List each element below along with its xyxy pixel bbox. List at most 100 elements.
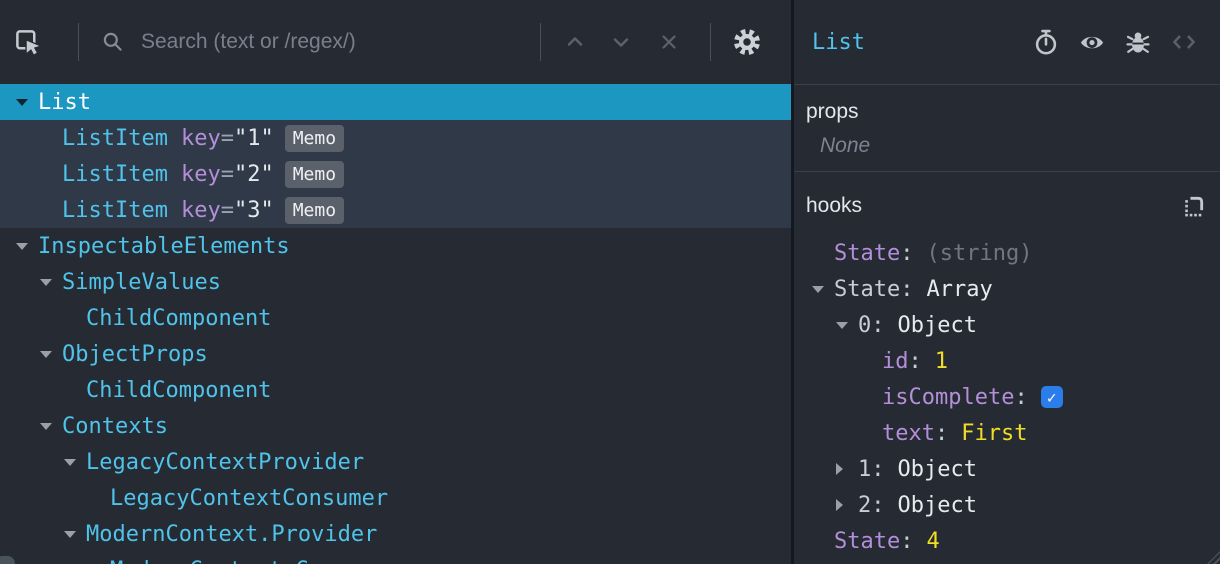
attribute-equals: = [220, 197, 234, 223]
chevron-up-icon [567, 37, 583, 46]
hook-name: 1 [858, 456, 872, 482]
tree-row-LegacyContextConsumer[interactable]: LegacyContextConsumer [0, 480, 791, 516]
inspect-dom-element-button[interactable] [1070, 20, 1114, 64]
hook-value[interactable]: 4 [926, 529, 939, 554]
search-input[interactable] [141, 30, 521, 54]
tree-row-ObjectProps[interactable]: ObjectProps [0, 336, 791, 372]
expand-arrow-icon[interactable] [64, 530, 86, 538]
attribute-value: "3" [233, 197, 274, 223]
hook-colon: : [871, 312, 885, 338]
expand-arrow-icon[interactable] [40, 350, 62, 358]
hook-value: (string) [926, 240, 1033, 266]
clear-search-button[interactable] [647, 20, 691, 64]
component-tree-pane: List ListItemkey="1"MemoListItemkey="2"Me… [0, 0, 791, 564]
tree-row-ModernContext.Consumer[interactable]: ModernContext.Consumer [0, 552, 791, 564]
attribute-equals: = [220, 125, 234, 151]
hook-value[interactable]: First [961, 421, 1027, 446]
attribute-equals: = [220, 161, 234, 187]
expand-arrow-icon[interactable] [812, 285, 834, 293]
expand-arrow-icon[interactable] [836, 463, 858, 475]
hook-row-State[interactable]: State: Array [806, 271, 1208, 307]
hook-name: text [882, 420, 935, 446]
hook-row-State: State:4 [806, 523, 1208, 559]
suspense-toggle-button[interactable] [1024, 20, 1068, 64]
component-name: SimpleValues [62, 269, 221, 295]
hook-name: State [834, 528, 901, 554]
log-component-data-button[interactable] [1116, 20, 1160, 64]
hook-colon: : [934, 420, 949, 446]
settings-button[interactable] [725, 20, 769, 64]
expand-arrow-icon[interactable] [40, 422, 62, 430]
key-attribute: key="1" [168, 126, 274, 151]
component-name: List [38, 89, 91, 115]
expand-arrow-icon[interactable] [16, 242, 38, 250]
tree-row-List[interactable]: List [0, 84, 791, 120]
chevron-down-icon [613, 38, 629, 47]
key-attribute: key="3" [168, 198, 274, 223]
expand-arrow-icon[interactable] [836, 321, 858, 329]
component-name: ModernContext.Consumer [110, 558, 401, 564]
inspector-header: List [794, 0, 1220, 85]
horizontal-scrollbar-thumb[interactable] [0, 556, 15, 564]
hook-value: Object [897, 492, 977, 518]
hooks-section: hooks State: (string) State: Array 0: Object i… [794, 172, 1220, 564]
next-match-button[interactable] [599, 20, 643, 64]
component-name: ObjectProps [62, 341, 208, 367]
tree-row-ListItem[interactable]: ListItem key="1" Memo [0, 120, 791, 156]
expand-arrow-icon[interactable] [836, 499, 858, 511]
tree-toolbar [0, 0, 791, 84]
hook-value: Object [897, 456, 977, 482]
hook-row-text: text: First [806, 415, 1208, 451]
hook-name: 2 [858, 492, 872, 518]
tree-row-SimpleValues[interactable]: SimpleValues [0, 264, 791, 300]
hook-row-0[interactable]: 0: Object [806, 307, 1208, 343]
tree-row-ListItem[interactable]: ListItem key="2" Memo [0, 156, 791, 192]
inspect-element-button[interactable] [6, 20, 50, 64]
tree-row-ChildComponent[interactable]: ChildComponent [0, 372, 791, 408]
parse-hook-names-button[interactable] [1180, 192, 1208, 220]
inspector-pane: List props None hooks State: (string) S… [794, 0, 1220, 564]
key-attribute: key="2" [168, 162, 274, 187]
tree-row-InspectableElements[interactable]: InspectableElements [0, 228, 791, 264]
props-section-label: props [806, 100, 859, 123]
selected-component-title: List [812, 29, 865, 55]
hook-row-2[interactable]: 2: Object [806, 487, 1208, 523]
hook-colon: : [1014, 384, 1028, 410]
expand-arrow-icon[interactable] [40, 278, 62, 286]
hook-row-1[interactable]: 1: Object [806, 451, 1208, 487]
hook-name: isComplete [882, 384, 1015, 410]
tree-row-ModernContext.Provider[interactable]: ModernContext.Provider [0, 516, 791, 552]
triangle-down-icon [40, 278, 52, 286]
hook-colon: : [908, 348, 922, 374]
component-name: InspectableElements [38, 233, 290, 259]
hook-row-Callback: Callback:f () [806, 559, 1208, 564]
tree-row-ChildComponent[interactable]: ChildComponent [0, 300, 791, 336]
hook-value[interactable]: 1 [935, 349, 948, 374]
tree-row-LegacyContextProvider[interactable]: LegacyContextProvider [0, 444, 791, 480]
attribute-value: "1" [233, 125, 274, 151]
hook-colon: : [900, 276, 914, 302]
view-source-button[interactable] [1162, 20, 1206, 64]
triangle-down-icon [836, 321, 848, 329]
hook-row-isComplete: isComplete: ✓ [806, 379, 1208, 415]
expand-arrow-icon[interactable] [64, 458, 86, 466]
hook-colon: : [871, 492, 885, 518]
tree-row-Contexts[interactable]: Contexts [0, 408, 791, 444]
tree-row-ListItem[interactable]: ListItem key="3" Memo [0, 192, 791, 228]
component-name: ListItem [62, 161, 168, 187]
resize-grip[interactable] [1207, 551, 1220, 564]
attribute-name: key [180, 197, 221, 223]
hooks-rows: State: (string) State: Array 0: Object id:1 isC… [806, 235, 1208, 564]
props-section: props None [794, 85, 1220, 172]
checkbox-checked[interactable]: ✓ [1040, 386, 1063, 408]
triangle-down-icon [16, 242, 28, 250]
expand-arrow-icon[interactable] [16, 98, 38, 106]
toolbar-divider [710, 23, 711, 61]
component-name: Contexts [62, 413, 168, 439]
previous-match-button[interactable] [553, 20, 597, 64]
hook-colon: : [871, 456, 885, 482]
hook-row-id: id:1 [806, 343, 1208, 379]
eye-icon [1080, 36, 1104, 49]
hook-name: id [882, 348, 909, 374]
props-empty-value: None [820, 134, 871, 157]
